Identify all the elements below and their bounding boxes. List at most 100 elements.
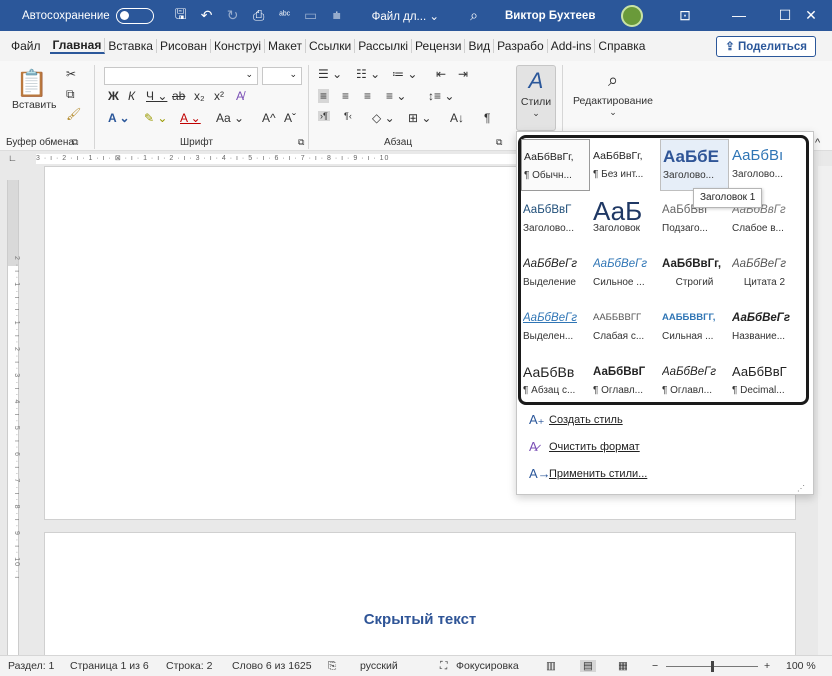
style-heading-2[interactable]: АаБбВı Заголово... [730, 139, 799, 191]
vertical-scrollbar[interactable] [818, 166, 832, 656]
multilevel-list-icon[interactable]: ≔ ⌄ [392, 67, 417, 81]
zoom-out-icon[interactable]: − [652, 660, 658, 672]
spelling-icon[interactable]: ᵃᵇᶜ [272, 10, 298, 21]
document-title[interactable]: Файл дл... ⌄ [372, 9, 439, 23]
style-no-spacing[interactable]: АаБбВвГг, ¶ Без инт... [591, 139, 660, 191]
text-effects-icon[interactable]: A ⌄ [108, 111, 130, 125]
bold-icon[interactable]: Ж [108, 89, 119, 103]
clear-format-button[interactable]: A̷ Очистить формат [529, 439, 640, 454]
style-toc-1[interactable]: АаБбВвГ ¶ Оглавл... [591, 355, 660, 407]
document-heading[interactable]: Скрытый текст [45, 611, 795, 628]
focus-mode-button[interactable]: Фокусировка [456, 660, 519, 672]
web-layout-icon[interactable]: ▦ [618, 660, 628, 672]
autosave-toggle[interactable] [115, 7, 154, 24]
style-heading-3[interactable]: АаБбВвГ Заголово... [521, 193, 590, 245]
apply-styles-button[interactable]: A→ Применить стили... [529, 466, 647, 481]
tab-mailings[interactable]: Рассылкі [355, 39, 413, 53]
tab-review[interactable]: Рецензи [412, 39, 466, 53]
share-button[interactable]: ⇪ Поделиться [716, 36, 816, 57]
style-title[interactable]: АаБ Заголовок [591, 193, 660, 245]
tab-file[interactable]: Файл [8, 39, 44, 53]
section-indicator[interactable]: Раздел: 1 [8, 660, 54, 672]
search-icon[interactable]: ⌕ [461, 7, 487, 24]
page-indicator[interactable]: Страница 1 из 6 [70, 660, 149, 672]
style-heading-1[interactable]: АаБбЕ Заголово... [660, 139, 729, 191]
underline-icon[interactable]: Ч ⌄ [146, 89, 167, 103]
change-case-icon[interactable]: Aa ⌄ [216, 111, 244, 125]
save-icon[interactable]: 🖫 [168, 4, 194, 28]
format-painter-icon[interactable]: 🖌 [66, 107, 81, 121]
tab-draw[interactable]: Рисован [157, 39, 211, 53]
copy-icon[interactable]: ⧉ [66, 87, 75, 102]
numbering-icon[interactable]: ☷ ⌄ [356, 67, 380, 81]
superscript-icon[interactable]: x² [214, 89, 224, 103]
proofing-icon[interactable]: ⎘ [328, 660, 336, 673]
show-marks-icon[interactable]: ¶ [484, 111, 490, 125]
style-intense-emphasis[interactable]: АаБбВеГг Сильное ... [591, 247, 660, 299]
tab-insert[interactable]: Вставка [105, 39, 157, 53]
redo-icon[interactable]: ↻ [220, 7, 246, 24]
style-intense-reference[interactable]: ААББВВГГ, Сильная ... [660, 301, 729, 353]
tab-design[interactable]: Конструі [211, 39, 265, 53]
style-subtle-reference[interactable]: ААББВВГГ Слабая с... [591, 301, 660, 353]
style-toc-2[interactable]: АаБбВеГг ¶ Оглавл... [660, 355, 729, 407]
cut-icon[interactable]: ✂ [66, 67, 76, 81]
italic-icon[interactable]: К [128, 89, 135, 103]
tab-help[interactable]: Справка [595, 39, 648, 53]
tab-layout[interactable]: Макет [265, 39, 306, 53]
justify-icon[interactable]: ≡ ⌄ [386, 89, 406, 103]
style-emphasis[interactable]: АаБбВеГг Выделение [521, 247, 590, 299]
focus-icon[interactable]: ⛶ [440, 660, 447, 673]
tab-selector-icon[interactable]: ∟ [8, 153, 17, 163]
ltr-icon[interactable]: ›¶ [318, 111, 330, 121]
print-preview-icon[interactable]: ⎙ [246, 7, 272, 24]
ribbon-display-icon[interactable]: ⊡ [662, 0, 708, 31]
create-style-button[interactable]: A₊ Создать стиль [529, 412, 623, 428]
style-quote-2[interactable]: АаБбВеГг Цитата 2 [730, 247, 799, 299]
read-mode-icon[interactable]: ▥ [546, 660, 556, 672]
shrink-font-icon[interactable]: Aˇ [284, 111, 296, 125]
increase-indent-icon[interactable]: ⇥ [458, 67, 468, 81]
tab-home[interactable]: Главная [49, 38, 106, 54]
style-list-paragraph[interactable]: АаБбВв ¶ Абзац с... [521, 355, 590, 407]
collapse-ribbon-icon[interactable]: ^ [815, 137, 820, 149]
highlight-icon[interactable]: ✎ ⌄ [144, 111, 167, 125]
rtl-icon[interactable]: ¶‹ [344, 111, 352, 121]
document-page[interactable]: Скрытый текст [44, 532, 796, 662]
align-left-icon[interactable]: ≡ [318, 89, 330, 103]
paste-button[interactable]: 📋 Вставить [12, 67, 57, 111]
zoom-in-icon[interactable]: + [764, 660, 770, 672]
font-name-select[interactable]: ⌄ [104, 67, 258, 85]
tab-references[interactable]: Ссылки [306, 39, 356, 53]
draw-table-icon[interactable]: ▭ [298, 7, 324, 24]
avatar[interactable] [621, 5, 643, 27]
print-layout-icon[interactable]: ▤ [580, 660, 596, 672]
dialog-launcher-icon[interactable]: ⧉ [72, 137, 78, 148]
styles-button[interactable]: A Стили ⌄ [516, 65, 556, 131]
resize-grip-icon[interactable]: ⋰ [797, 484, 805, 493]
style-normal[interactable]: АаБбВвГг, ¶ Обычн... [521, 139, 590, 191]
dialog-launcher-icon[interactable]: ⧉ [298, 137, 304, 148]
subscript-icon[interactable]: x₂ [194, 89, 205, 103]
tab-view[interactable]: Вид [465, 39, 495, 53]
borders-icon[interactable]: ⊞ ⌄ [408, 111, 431, 125]
customize-toolbar-icon[interactable]: ⩧ [324, 7, 350, 24]
clear-formatting-icon[interactable]: A̸ [236, 89, 244, 103]
close-icon[interactable]: ✕ [788, 0, 832, 31]
minimize-icon[interactable]: — [716, 0, 762, 31]
zoom-level[interactable]: 100 % [786, 660, 816, 672]
shading-icon[interactable]: ◇ ⌄ [372, 111, 395, 125]
user-name[interactable]: Виктор Бухтеев [505, 10, 595, 22]
dialog-launcher-icon[interactable]: ⧉ [496, 137, 502, 148]
tab-developer[interactable]: Разрабо [494, 39, 548, 53]
font-size-select[interactable]: ⌄ [262, 67, 302, 85]
tab-addins[interactable]: Add-ins [548, 39, 596, 53]
style-book-title[interactable]: АаБбВеГг Название... [730, 301, 799, 353]
language-indicator[interactable]: русский [360, 660, 398, 672]
align-center-icon[interactable]: ≡ [342, 89, 349, 103]
style-decimal[interactable]: АаБбВвГ ¶ Decimal... [730, 355, 799, 407]
line-indicator[interactable]: Строка: 2 [166, 660, 212, 672]
align-right-icon[interactable]: ≡ [364, 89, 371, 103]
decrease-indent-icon[interactable]: ⇤ [436, 67, 446, 81]
grow-font-icon[interactable]: A^ [262, 111, 276, 125]
